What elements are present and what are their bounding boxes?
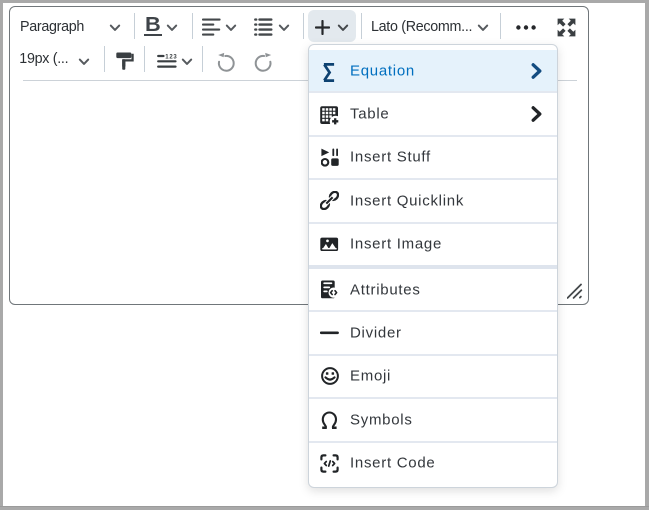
- svg-text:123: 123: [165, 55, 177, 61]
